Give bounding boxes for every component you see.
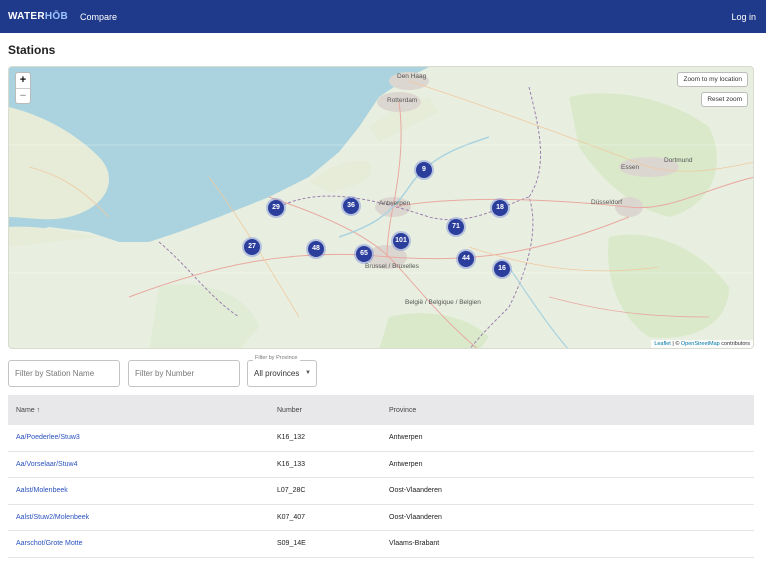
map-label-rotterdam: Rotterdam [387,97,418,104]
stations-table: Name ↑ Number Province Aa/Poederlee/Stuw… [8,395,754,558]
page-title: Stations [8,43,56,57]
cluster-marker[interactable]: 44 [458,251,474,267]
map-label-belgie: België / Belgique / Belgien [405,299,481,306]
brand-logo[interactable]: WATERHŌB [8,11,68,22]
map-tiles [9,67,753,348]
table-row[interactable]: Aarschot/Grote Motte S09_14E Vlaams-Brab… [8,531,754,558]
station-province: Antwerpen [389,460,423,468]
cluster-marker[interactable]: 29 [268,200,284,216]
station-name-link[interactable]: Aarschot/Grote Motte [8,540,277,547]
map-label-essen: Essen [621,164,640,171]
province-select[interactable]: All provinces ▼ [247,360,317,387]
number-filter[interactable]: Filter by Number [128,360,240,387]
map-label-dusseldorf: Düsseldorf [591,199,623,206]
zoom-out-button[interactable]: − [16,88,30,103]
cluster-marker[interactable]: 9 [416,162,432,178]
table-header: Name ↑ Number Province [8,395,754,425]
cluster-marker[interactable]: 48 [308,241,324,257]
map-label-antwerpen: Antwerpen [379,200,411,207]
map-label-brussels: Brussel / Bruxelles [365,263,419,270]
cluster-marker[interactable]: 27 [244,239,260,255]
station-number: K07_407 [277,513,306,521]
province-select-value: All provinces [254,369,300,378]
station-name-link[interactable]: Aa/Poederlee/Stuw3 [8,434,277,441]
map-label-den-haag: Den Haag [397,73,427,80]
zoom-to-location-button[interactable]: Zoom to my location [677,72,748,87]
column-header-province[interactable]: Province [389,407,754,414]
zoom-control: + − [15,72,31,104]
cluster-marker[interactable]: 36 [343,198,359,214]
table-row[interactable]: Aalst/Stuw2/Molenbeek K07_407 Oost-Vlaan… [8,505,754,531]
cluster-marker[interactable]: 71 [448,219,464,235]
osm-link[interactable]: OpenStreetMap [681,341,720,347]
station-name-link[interactable]: Aa/Vorselaar/Stuw4 [8,461,277,468]
station-number: K16_133 [277,460,306,468]
station-province: Oost-Vlaanderen [389,513,442,521]
station-name-link[interactable]: Aalst/Stuw2/Molenbeek [8,514,277,521]
station-number: K16_132 [277,434,306,442]
cluster-marker[interactable]: 65 [356,246,372,262]
column-header-number[interactable]: Number [277,407,389,414]
map-label-dortmund: Dortmund [664,157,693,164]
column-header-name[interactable]: Name ↑ [8,407,277,414]
top-navbar: WATERHŌB Compare Log in [0,0,766,33]
stations-map[interactable]: Den Haag Rotterdam Antwerpen Brussel / B… [8,66,754,349]
station-province: Vlaams-Brabant [389,540,440,548]
cluster-marker[interactable]: 16 [494,261,510,277]
station-number: S09_14E [277,540,306,548]
station-name-filter[interactable]: Filter by Station Name [8,360,120,387]
nav-compare-link[interactable]: Compare [80,12,117,22]
login-link[interactable]: Log in [731,12,756,22]
station-province: Oost-Vlaanderen [389,487,442,495]
station-number: L07_28C [277,487,306,495]
station-province: Antwerpen [389,434,423,442]
station-name-link[interactable]: Aalst/Molenbeek [8,487,277,494]
province-filter-label: Filter by Province [253,355,300,361]
caret-down-icon: ▼ [305,370,311,376]
table-row[interactable]: Aalst/Molenbeek L07_28C Oost-Vlaanderen [8,478,754,505]
cluster-marker[interactable]: 18 [492,200,508,216]
map-attribution: Leaflet | © OpenStreetMap contributors [651,340,753,348]
zoom-in-button[interactable]: + [16,73,30,88]
table-row[interactable]: Aa/Poederlee/Stuw3 K16_132 Antwerpen [8,425,754,452]
reset-zoom-button[interactable]: Reset zoom [701,92,748,107]
table-row[interactable]: Aa/Vorselaar/Stuw4 K16_133 Antwerpen [8,452,754,478]
cluster-marker[interactable]: 101 [393,233,409,249]
leaflet-link[interactable]: Leaflet [654,341,671,347]
